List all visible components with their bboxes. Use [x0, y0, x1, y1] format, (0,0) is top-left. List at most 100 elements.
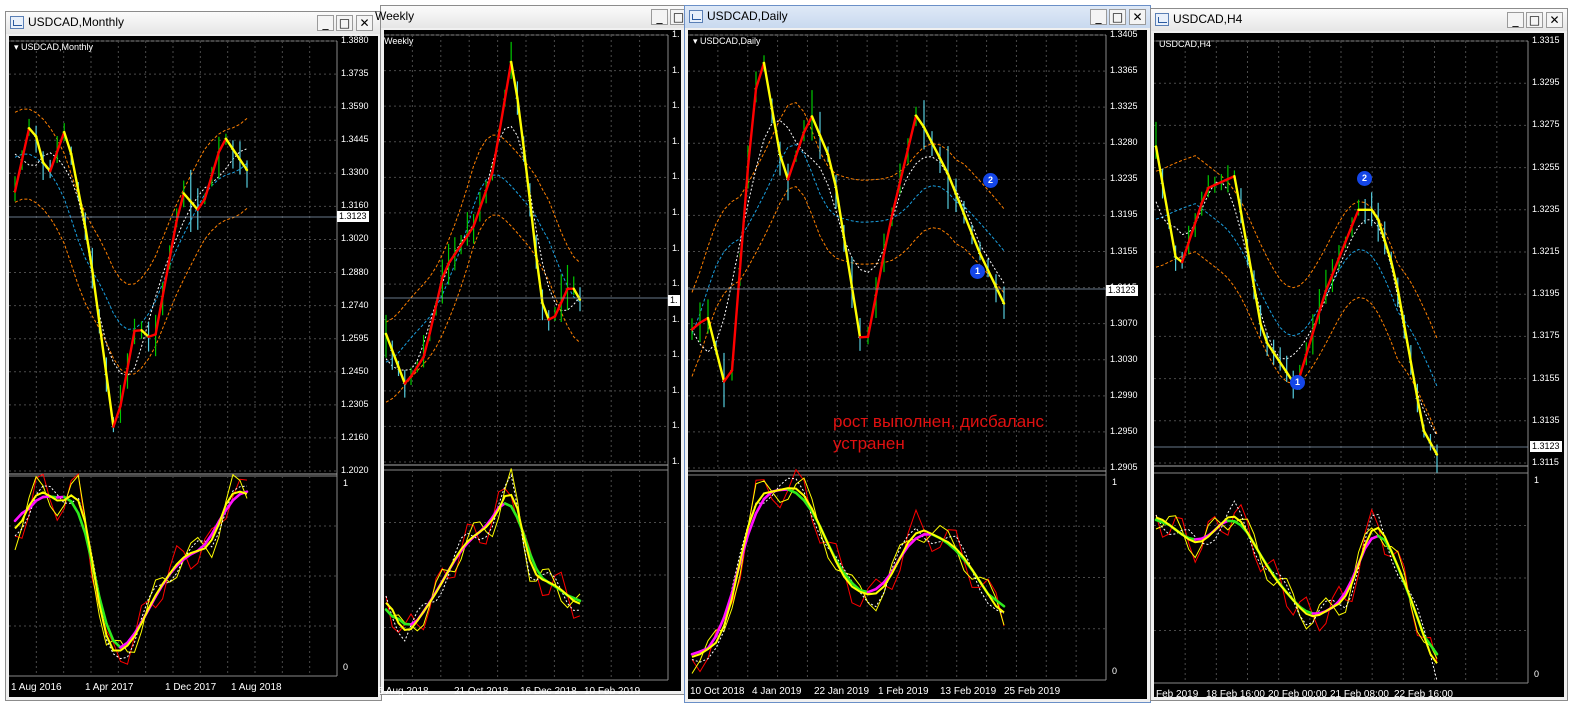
close-button[interactable]: ✕ [356, 15, 373, 31]
chart-window-icon [1155, 13, 1169, 26]
zigzag-trend-segment [497, 97, 507, 138]
window-titlebar[interactable]: USDCAD,Monthly _ □ ✕ [6, 12, 381, 34]
minimize-button[interactable]: _ [317, 15, 334, 31]
price-tick-label: 1.2305 [341, 398, 369, 409]
zigzag-trend-segment [509, 60, 519, 100]
window-title: USDCAD,H4 [1173, 12, 1243, 26]
minimize-button[interactable]: _ [1507, 12, 1524, 28]
window-titlebar[interactable]: Weekly _ □ [375, 6, 687, 28]
zigzag-trend-segment [63, 130, 73, 156]
wave-marker-2[interactable]: 2 [983, 173, 998, 188]
zigzag-trend-segment [20, 127, 31, 162]
zigzag-trend-segment [77, 189, 87, 229]
zigzag-trend-segment [1259, 322, 1269, 345]
price-tick-label: 1. [672, 135, 680, 146]
price-tick-label: 1.3175 [1532, 330, 1560, 341]
current-price-label: 1.3123 [1530, 441, 1562, 452]
minimize-button[interactable]: _ [1090, 9, 1107, 25]
minimize-button[interactable]: _ [651, 9, 668, 25]
oscillator-yellow-line [14, 490, 248, 652]
zigzag-trend-segment [986, 268, 998, 289]
time-tick-label: 5 Aug 2018 [378, 686, 429, 697]
maximize-button[interactable]: □ [1526, 12, 1543, 28]
price-chart[interactable]: Weekly 1. 1. 1. 1. 1. 1. 1. 1. 1. 1. 1. 1. 1. 5 Aug … [378, 29, 681, 697]
price-tick-label: 1. [672, 64, 680, 75]
bollinger-upper-band [1155, 155, 1438, 339]
price-tick-label: 1.3280 [1110, 137, 1138, 148]
price-chart[interactable]: ▾ USDCAD,Monthly 1.3880 1.3735 1.3590 1.344… [9, 35, 378, 697]
wave-marker-1[interactable]: 1 [1290, 375, 1305, 390]
price-tick-label: 1.3365 [1110, 65, 1138, 76]
zigzag-trend-segment [882, 214, 894, 255]
zigzag-trend-segment [922, 126, 934, 144]
price-tick-label: 1.3020 [341, 233, 369, 244]
price-tick-label: 1.3405 [1110, 29, 1138, 39]
time-tick-label: 25 Feb 2019 [1004, 686, 1061, 697]
zigzag-trend-segment [1403, 324, 1413, 364]
time-tick-label: 4 Jan 2019 [752, 686, 802, 697]
chart-window-weekly[interactable]: Weekly _ □ Weekly 1. 1. 1. 1. 1. 1. 1. 1. 1. 1. 1.… [375, 5, 687, 697]
wave-marker-1[interactable]: 1 [970, 264, 985, 279]
time-tick-label: Feb 2019 [1156, 689, 1199, 700]
zigzag-trend-segment [970, 232, 982, 255]
price-tick-label: 1.3135 [1532, 414, 1560, 425]
time-tick-label: 10 Feb 2019 [584, 686, 641, 697]
bollinger-middle-band [1155, 203, 1438, 387]
time-tick-label: 1 Aug 2018 [231, 682, 282, 693]
price-tick-label: 1. [672, 29, 680, 39]
chart-window-h4[interactable]: USDCAD,H4 _ □ ✕ USDCAD,H4 1.3315 1.3295 1.… [1150, 8, 1568, 701]
chart-annotation-text[interactable]: рост выполнен, дисбаланс устранен [833, 411, 1044, 455]
close-button[interactable]: ✕ [1546, 12, 1563, 28]
maximize-button[interactable]: □ [1109, 9, 1126, 25]
zigzag-trend-segment [112, 404, 122, 428]
zigzag-trend-segment [182, 192, 192, 203]
annotation-line-1: рост выполнен, дисбаланс [833, 412, 1045, 431]
chart-window-daily[interactable]: USDCAD,Daily _ □ ✕ ▾ USDCAD,Daily 1.3405… [684, 5, 1151, 703]
price-tick-label: 1.3295 [1532, 77, 1560, 88]
chart-canvas [688, 34, 1107, 681]
price-chart[interactable]: USDCAD,H4 1.3315 1.3295 1.3275 1.3255 1.3235… [1154, 33, 1564, 700]
zigzag-trend-segment [397, 365, 406, 385]
chart-symbol-label: ▾ USDCAD,Monthly [14, 42, 94, 52]
zigzag-trend-segment [1350, 208, 1360, 227]
zigzag-trend-segment [842, 236, 854, 289]
price-tick-label: 1.3445 [341, 134, 369, 145]
price-tick-label: 1.3325 [1110, 101, 1138, 112]
oscillator-tick-label: 1 [1534, 475, 1540, 485]
zigzag-trend-segment [834, 186, 846, 239]
zigzag-trend-segment [528, 199, 538, 257]
window-titlebar[interactable]: USDCAD,H4 _ □ ✕ [1151, 9, 1567, 31]
wave-marker-2[interactable]: 2 [1357, 171, 1372, 186]
price-tick-label: 1. [672, 278, 680, 289]
maximize-button[interactable]: □ [336, 15, 353, 31]
zigzag-trend-segment [698, 316, 710, 324]
price-tick-label: 1.3155 [1532, 372, 1560, 383]
bollinger-lower-band [385, 214, 581, 403]
oscillator-main-segment [69, 500, 80, 515]
chart-window-monthly[interactable]: USDCAD,Monthly _ □ ✕ ▾ USDCAD,Monthly 1.… [5, 11, 382, 701]
zigzag-trend-segment [762, 61, 774, 110]
zigzag-trend-segment [560, 287, 569, 304]
time-tick-label: 1 Aug 2016 [11, 682, 62, 693]
price-tick-label: 1.3195 [1110, 209, 1138, 220]
bollinger-upper-band [14, 108, 248, 285]
zigzag-trend-segment [478, 189, 488, 210]
price-tick-label: 1.3235 [1110, 173, 1138, 184]
window-titlebar[interactable]: USDCAD,Daily _ □ ✕ [685, 6, 1150, 28]
price-tick-label: 1. [672, 349, 680, 360]
zigzag-trend-segment [706, 316, 718, 351]
zigzag-trend-segment [472, 207, 482, 228]
oscillator-tick-label: 0 [343, 662, 349, 672]
zigzag-trend-segment [826, 153, 838, 189]
close-button[interactable]: ✕ [1129, 9, 1146, 25]
price-tick-label: 1.3590 [341, 101, 369, 112]
price-chart[interactable]: ▾ USDCAD,Daily 1.3405 1.3365 1.3325 1.3280 1… [688, 29, 1147, 699]
price-tick-label: 1.2950 [1110, 425, 1138, 436]
zigzag-trend-segment [938, 157, 950, 176]
oscillator-tick-label: 1 [343, 478, 349, 488]
signal-line-dotted [1155, 181, 1438, 436]
oscillator-red-line [14, 473, 248, 665]
zigzag-trend-segment [730, 267, 742, 372]
zigzag-trend-segment [1278, 361, 1288, 374]
window-title: USDCAD,Daily [707, 9, 788, 23]
